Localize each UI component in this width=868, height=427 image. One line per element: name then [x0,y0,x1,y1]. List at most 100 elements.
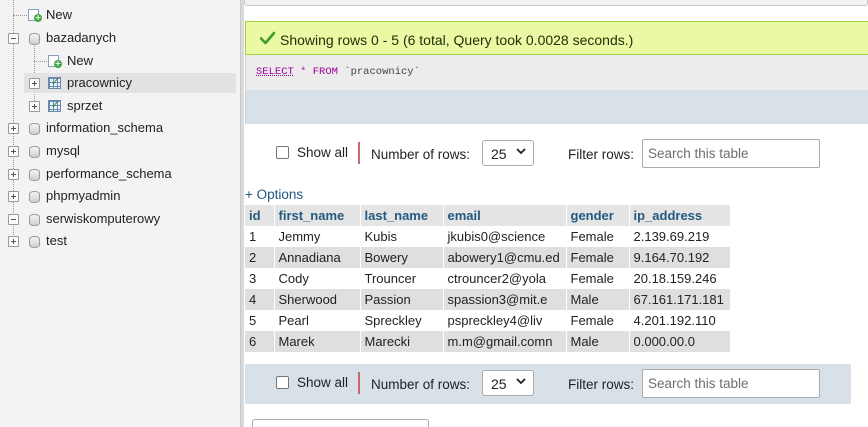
nav-item-test[interactable]: test [0,231,236,251]
table-row[interactable]: 2 Annadiana Bowery abowery1@cmu.ed Femal… [245,247,730,268]
cell-gender[interactable]: Female [566,226,629,247]
cell-first-name[interactable]: Marek [274,331,360,352]
cell-gender[interactable]: Male [566,289,629,310]
nav-item-label: mysql [46,143,80,158]
expand-icon[interactable] [8,146,19,157]
cell-id[interactable]: 4 [245,289,274,310]
nav-item-new-root[interactable]: + New [0,5,236,25]
cell-last-name[interactable]: Trouncer [360,268,443,289]
cell-first-name[interactable]: Cody [274,268,360,289]
nav-item-sprzet[interactable]: ✓ sprzet [0,96,236,116]
nav-item-mysql[interactable]: mysql [0,141,236,161]
new-table-icon: + [48,55,62,68]
rows-label: Number of rows: [371,377,471,392]
table-row[interactable]: 3 Cody Trouncer ctrouncer2@yola Female 2… [245,268,730,289]
collapse-icon[interactable] [8,33,19,44]
top-panel-edge [244,0,868,6]
cell-ip-address[interactable]: 20.18.159.246 [629,268,730,289]
table-row[interactable]: 1 Jemmy Kubis jkubis0@science Female 2.1… [245,226,730,247]
nav-item-label: pracownicy [67,75,133,90]
column-header-first-name[interactable]: first_name [274,205,361,226]
filter-search-input[interactable] [642,369,820,398]
cell-first-name[interactable]: Sherwood [274,289,360,310]
collapse-icon[interactable] [8,214,19,225]
filter-label: Filter rows: [568,377,635,392]
cell-gender[interactable]: Female [566,310,629,331]
rows-select[interactable]: 25 [482,370,534,396]
cell-email[interactable]: m.m@gmail.comn [443,331,566,352]
cell-email[interactable]: ctrouncer2@yola [443,268,566,289]
query-results-operations-box[interactable] [252,419,429,427]
rows-select[interactable]: 25 [482,140,534,166]
nav-item-bazadanych[interactable]: bazadanych [0,28,236,48]
sql-query-box: SELECT * FROM `pracownicy` [245,55,868,90]
cell-id[interactable]: 1 [245,226,274,247]
nav-item-label: performance_schema [46,166,172,181]
column-header-email[interactable]: email [443,205,567,226]
column-header-id[interactable]: id [245,205,275,226]
nav-item-pracownicy[interactable]: ✓ pracownicy [24,73,236,93]
success-message: Showing rows 0 - 5 (6 total, Query took … [245,21,868,55]
nav-item-performance-schema[interactable]: performance_schema [0,164,236,184]
cell-id[interactable]: 2 [245,247,274,268]
results-table: id first_name last_name email gender ip_… [245,205,731,352]
table-row[interactable]: 6 Marek Marecki m.m@gmail.comn Male 0.00… [245,331,730,352]
cell-ip-address[interactable]: 9.164.70.192 [629,247,730,268]
expand-icon[interactable] [29,78,40,89]
filter-search-input[interactable] [642,139,820,168]
expand-icon[interactable] [8,191,19,202]
cell-ip-address[interactable]: 67.161.171.181 [629,289,730,310]
cell-last-name[interactable]: Spreckley [360,310,443,331]
show-all-label[interactable]: Show all [297,375,348,390]
column-header-last-name[interactable]: last_name [360,205,444,226]
show-all-checkbox[interactable] [276,146,289,159]
cell-gender[interactable]: Male [566,331,629,352]
cell-ip-address[interactable]: 0.000.00.0 [629,331,730,352]
table-row[interactable]: 5 Pearl Spreckley pspreckley4@liv Female… [245,310,730,331]
cell-ip-address[interactable]: 4.201.192.110 [629,310,730,331]
show-all-checkbox[interactable] [276,376,289,389]
cell-last-name[interactable]: Marecki [360,331,443,352]
cell-last-name[interactable]: Bowery [360,247,443,268]
expand-icon[interactable] [8,123,19,134]
expand-icon[interactable] [29,101,40,112]
show-all-label[interactable]: Show all [297,145,348,160]
nav-item-serwiskomputerowy[interactable]: serwiskomputerowy [0,209,236,229]
nav-item-label: New [46,7,73,22]
separator [358,142,360,164]
success-text: Showing rows 0 - 5 (6 total, Query took … [280,32,634,48]
cell-first-name[interactable]: Annadiana [274,247,360,268]
cell-first-name[interactable]: Pearl [274,310,360,331]
sql-query[interactable]: SELECT * FROM `pracownicy` [256,66,420,78]
cell-ip-address[interactable]: 2.139.69.219 [629,226,730,247]
cell-email[interactable]: pspreckley4@liv [443,310,566,331]
sql-from-keyword: FROM [312,66,338,78]
column-header-ip-address[interactable]: ip_address [629,205,731,226]
cell-gender[interactable]: Female [566,247,629,268]
nav-item-new-table[interactable]: + New [0,51,236,71]
cell-email[interactable]: abowery1@cmu.ed [443,247,566,268]
cell-gender[interactable]: Female [566,268,629,289]
cell-first-name[interactable]: Jemmy [274,226,360,247]
cell-last-name[interactable]: Kubis [360,226,443,247]
cell-id[interactable]: 6 [245,331,274,352]
cell-id[interactable]: 3 [245,268,274,289]
column-header-gender[interactable]: gender [566,205,630,226]
nav-item-information-schema[interactable]: information_schema [0,118,236,138]
sql-tools-bar [245,90,868,124]
database-icon [29,32,40,45]
database-icon [29,168,40,181]
sql-select-keyword[interactable]: SELECT [256,66,294,78]
table-navigation-bottom: Show all Number of rows: 25 Filter rows: [245,364,851,404]
table-row[interactable]: 4 Sherwood Passion spassion3@mit.e Male … [245,289,730,310]
expand-icon[interactable] [8,169,19,180]
nav-item-label: bazadanych [46,30,117,45]
cell-last-name[interactable]: Passion [360,289,443,310]
cell-email[interactable]: spassion3@mit.e [443,289,566,310]
expand-icon[interactable] [8,236,19,247]
nav-item-phpmyadmin[interactable]: phpmyadmin [0,186,236,206]
cell-id[interactable]: 5 [245,310,274,331]
cell-email[interactable]: jkubis0@science [443,226,566,247]
nav-item-label: New [67,53,94,68]
options-link[interactable]: + Options [245,187,303,202]
